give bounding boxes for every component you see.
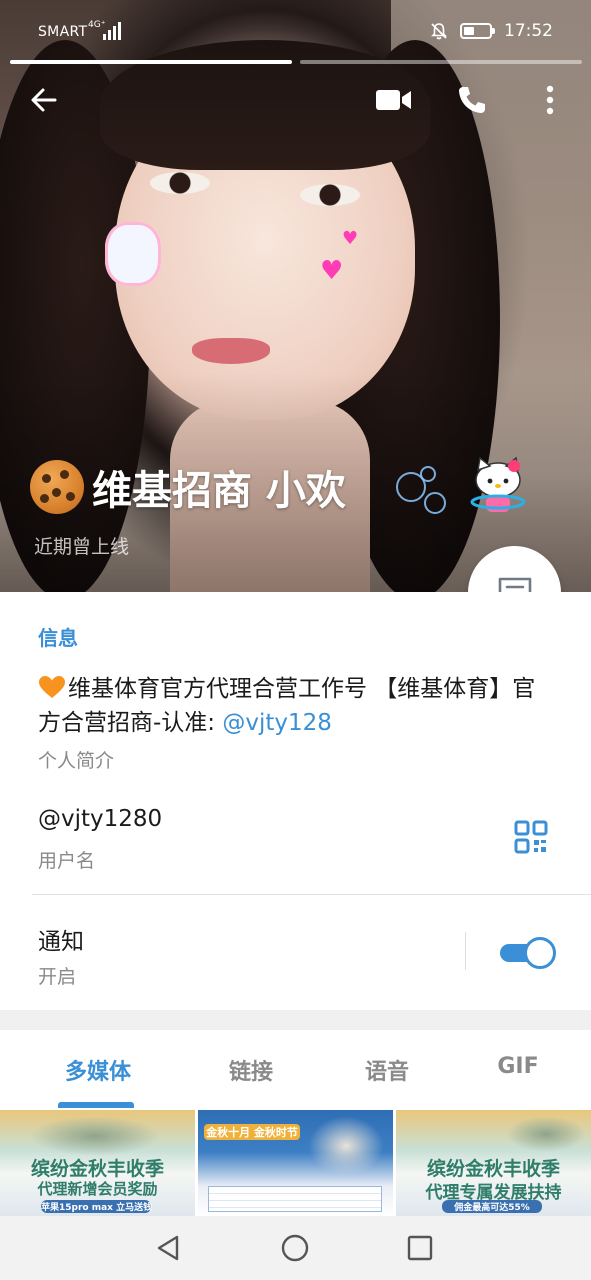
tab-media[interactable]: 多媒体 — [60, 1054, 136, 1086]
username-label: 用户名 — [38, 850, 96, 872]
nav-home-button[interactable] — [277, 1230, 313, 1266]
phone-icon — [459, 87, 485, 113]
info-section: 信息 维基体育官方代理合营工作号 【维基体育】官方合营招商-认准: @vjty1… — [0, 592, 591, 1010]
thumbnail-table — [208, 1186, 382, 1212]
username-value[interactable]: @vjty1280 — [38, 806, 162, 832]
profile-name-row: 维基招商 小欢 — [30, 458, 346, 516]
more-options-button[interactable] — [528, 78, 572, 122]
tab-gif[interactable]: GIF — [492, 1054, 544, 1079]
info-section-title: 信息 — [38, 626, 78, 650]
progress-segment-active — [10, 60, 292, 64]
last-seen-status: 近期曾上线 — [34, 536, 130, 558]
bio-link[interactable]: @vjty128 — [222, 710, 332, 736]
thumbnail-caption: 金秋十月 金秋时节 — [204, 1124, 300, 1140]
hello-kitty-emoji-icon — [470, 456, 526, 512]
top-action-bar — [0, 78, 591, 122]
back-button[interactable] — [22, 78, 66, 122]
thumbnail-caption: 佣金最高可达55% — [442, 1200, 542, 1213]
circle-home-icon — [281, 1234, 309, 1262]
photo-eye-left — [150, 172, 210, 194]
thumbnail-decoration — [308, 1116, 384, 1176]
square-recents-icon — [407, 1235, 433, 1261]
progress-segment — [300, 60, 582, 64]
orange-heart-icon — [39, 676, 65, 698]
thumbnail-caption: 缤纷金秋丰收季 — [426, 1158, 560, 1180]
nav-recents-button[interactable] — [402, 1230, 438, 1266]
heart-sticker-small: ♥ — [342, 228, 359, 249]
notifications-toggle[interactable] — [500, 937, 556, 969]
status-bar: SMART 4G⁺ 17:52 — [0, 0, 591, 64]
clock-time: 17:52 — [504, 21, 553, 41]
back-arrow-icon — [31, 88, 57, 112]
media-tabs: 多媒体 链接 语音 GIF — [0, 1030, 591, 1110]
nav-back-button[interactable] — [150, 1230, 186, 1266]
photo-lips — [192, 338, 270, 364]
carrier-label: SMART — [38, 24, 88, 40]
thumbnail-caption: 代理新增会员奖励 — [37, 1180, 158, 1198]
signal-icon — [103, 22, 121, 40]
video-call-button[interactable] — [372, 78, 416, 122]
toggle-knob — [524, 937, 556, 969]
vertical-separator — [465, 932, 466, 970]
notifications-status: 开启 — [38, 966, 77, 988]
media-thumbnail-2[interactable]: 金秋十月 金秋时节 — [198, 1110, 393, 1216]
media-grid: 缤纷金秋丰收季 代理新增会员奖励 苹果15pro max 立马送钱 金秋十月 金… — [0, 1110, 591, 1216]
media-thumbnail-1[interactable]: 缤纷金秋丰收季 代理新增会员奖励 苹果15pro max 立马送钱 — [0, 1110, 195, 1216]
system-nav-bar — [0, 1216, 591, 1280]
divider — [32, 894, 591, 895]
photo-eye-right — [300, 184, 360, 206]
media-thumbnail-3[interactable]: 缤纷金秋丰收季 代理专属发展扶持 佣金最高可达55% — [396, 1110, 591, 1216]
battery-icon — [460, 23, 495, 39]
bio-block[interactable]: 维基体育官方代理合营工作号 【维基体育】官方合营招商-认准: @vjty128 — [38, 672, 548, 740]
bio-label: 个人简介 — [38, 750, 115, 772]
tab-links[interactable]: 链接 — [218, 1054, 284, 1086]
video-camera-icon — [376, 90, 411, 110]
section-gap — [0, 1010, 591, 1030]
notifications-title[interactable]: 通知 — [38, 922, 84, 956]
photo-progress — [10, 60, 582, 64]
cookie-emoji-icon — [30, 460, 84, 514]
active-tab-indicator — [58, 1102, 134, 1108]
triangle-back-icon — [157, 1235, 179, 1261]
more-vertical-icon — [546, 85, 554, 115]
thumbnail-caption: 缤纷金秋丰收季 — [30, 1158, 164, 1180]
heart-sticker-large: ♥ — [320, 256, 344, 286]
qr-code-icon[interactable] — [514, 820, 548, 854]
profile-name: 维基招商 小欢 — [92, 468, 346, 514]
thumbnail-decoration — [30, 1116, 160, 1156]
tab-voice[interactable]: 语音 — [354, 1054, 420, 1086]
bubbles-emoji-icon — [394, 464, 454, 520]
voice-call-button[interactable] — [450, 78, 494, 122]
thumbnail-decoration — [506, 1116, 586, 1152]
mute-bell-icon — [431, 23, 447, 40]
kitty-sticker — [105, 222, 161, 286]
thumbnail-caption: 苹果15pro max 立马送钱 — [41, 1200, 152, 1213]
